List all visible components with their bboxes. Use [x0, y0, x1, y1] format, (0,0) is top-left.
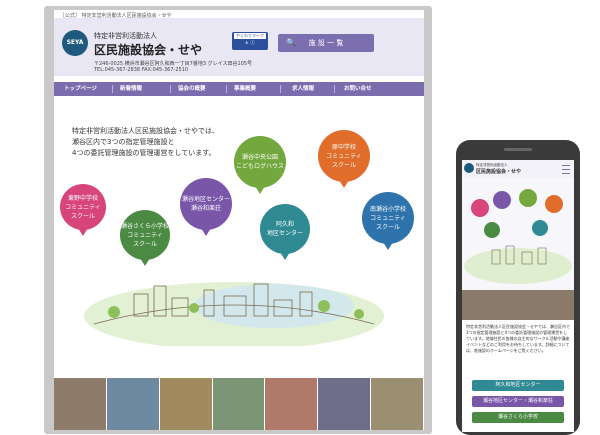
pin-akuwa[interactable]: 阿久和 地区センター [260, 204, 310, 260]
nav-divider [226, 85, 227, 93]
pin-seya-center[interactable]: 瀬谷地区センター 瀬谷和楽荘 [180, 178, 232, 236]
nav-item-about[interactable]: 協会の概要 [178, 82, 206, 96]
desktop-mockup: ［公式］ 特定非営利活動法人区民施設協会・せや SEYA 特定非営利活動法人 区… [44, 6, 432, 434]
mobile-btn-akuwa[interactable]: 阿久和地区センター [472, 380, 564, 391]
mobile-btn-seya-center[interactable]: 瀬谷地区センター・瀬谷和楽荘 [472, 396, 564, 407]
desktop-screen: ［公式］ 特定非営利活動法人区民施設協会・せや SEYA 特定非営利活動法人 区… [54, 10, 424, 430]
mobile-mockup: 特定非営利活動法人 区民施設協会・せや 特定非営利活動法人区民施設協会・せやでは… [456, 140, 580, 435]
pin-minamiseya[interactable]: 南瀬谷小学校 コミュニティ スクール [362, 192, 414, 250]
pin-higashino[interactable]: 東野中学校 コミュニティ スクール [60, 184, 106, 236]
town-illustration [84, 282, 384, 346]
pin-label: 瀬谷地区センター 瀬谷和楽荘 [181, 196, 230, 212]
search-icon: 🔍 [286, 38, 296, 47]
mobile-header: 特定非営利活動法人 区民施設協会・せや [462, 160, 574, 178]
pin-hara[interactable]: 原中学校 コミュニティ スクール [318, 130, 370, 188]
pin-label: 東野中学校 コミュニティ スクール [65, 194, 101, 220]
pin-label: 阿久和 地区センター [266, 221, 303, 237]
mobile-hero-illustration [462, 178, 574, 290]
accessibility-icon: ♿ ⓘ [245, 41, 255, 46]
mobile-intro-text: 特定非営利活動法人区民施設協会・せやでは、瀬谷区内で3つの指定管理施設と4つの委… [466, 324, 570, 353]
facility-button-label: 施 設 一 覧 [308, 39, 344, 47]
pin-label: 瀬谷中央公園 こどもログハウス [235, 154, 284, 170]
pin-sakura[interactable]: 瀬谷さくら小学校 コミュニティ スクール [120, 210, 170, 266]
nav-item-contact[interactable]: お問い合せ [344, 82, 372, 96]
mobile-photo [462, 290, 574, 320]
seya-logo[interactable]: SEYA [62, 30, 88, 56]
mobile-screen: 特定非営利活動法人 区民施設協会・せや 特定非営利活動法人区民施設協会・せやでは… [462, 160, 574, 432]
phone-speaker [504, 148, 532, 151]
org-subtitle: 特定非営利活動法人 [94, 32, 157, 40]
mobile-btn-sakura[interactable]: 瀬谷さくら小学校 [472, 412, 564, 423]
nav-item-top[interactable]: トップページ [64, 82, 97, 96]
photo-thumb [371, 378, 424, 430]
nav-divider [334, 85, 335, 93]
pin-loghouse[interactable]: 瀬谷中央公園 こどもログハウス [234, 136, 286, 194]
pin-label: 原中学校 コミュニティ スクール [326, 143, 362, 169]
org-name[interactable]: 区民施設協会・せや [94, 41, 202, 58]
intro-line: 特定非営利活動法人区民施設協会・せやでは、 [72, 127, 219, 135]
photo-thumb [318, 378, 372, 430]
photo-thumb [54, 378, 107, 430]
yakuwari-label: やくわりマーク [234, 33, 266, 39]
intro-line: 瀬谷区内で3つの指定管理施設と [72, 138, 175, 146]
address-block: 〒246-0025 横浜市瀬谷区阿久和西一丁目7番地3 グレイス田谷105号 T… [94, 61, 252, 73]
mobile-org-name[interactable]: 区民施設協会・せや [476, 168, 521, 175]
hamburger-menu-icon[interactable] [562, 165, 570, 174]
main-nav: トップページ 新着情報 協会の概要 事業概要 求人情報 お問い合せ [54, 82, 424, 96]
photo-thumb [265, 378, 319, 430]
yakuwari-badge[interactable]: やくわりマーク ♿ ⓘ [232, 32, 268, 50]
photo-strip [54, 378, 424, 430]
nav-item-jobs[interactable]: 求人情報 [292, 82, 314, 96]
facility-list-button[interactable]: 🔍 施 設 一 覧 [278, 34, 374, 52]
pin-label: 南瀬谷小学校 コミュニティ スクール [369, 205, 406, 231]
photo-thumb [212, 378, 266, 430]
nav-item-business[interactable]: 事業概要 [234, 82, 256, 96]
photo-thumb [106, 378, 160, 430]
intro-line: 4つの委託管理施設の管理運営をしています。 [72, 149, 216, 157]
nav-item-news[interactable]: 新着情報 [120, 82, 142, 96]
nav-divider [170, 85, 171, 93]
hero-section: 特定非営利活動法人区民施設協会・せやでは、 瀬谷区内で3つの指定管理施設と 4つ… [54, 96, 424, 378]
seya-logo[interactable] [464, 163, 474, 173]
photo-thumb [159, 378, 213, 430]
nav-divider [280, 85, 281, 93]
phone: TEL:045-367-2838 FAX:045-367-2510 [94, 67, 189, 73]
pin-label: 瀬谷さくら小学校 コミュニティ スクール [120, 222, 169, 248]
intro-text: 特定非営利活動法人区民施設協会・せやでは、 瀬谷区内で3つの指定管理施設と 4つ… [72, 126, 252, 159]
nav-divider [112, 85, 113, 93]
